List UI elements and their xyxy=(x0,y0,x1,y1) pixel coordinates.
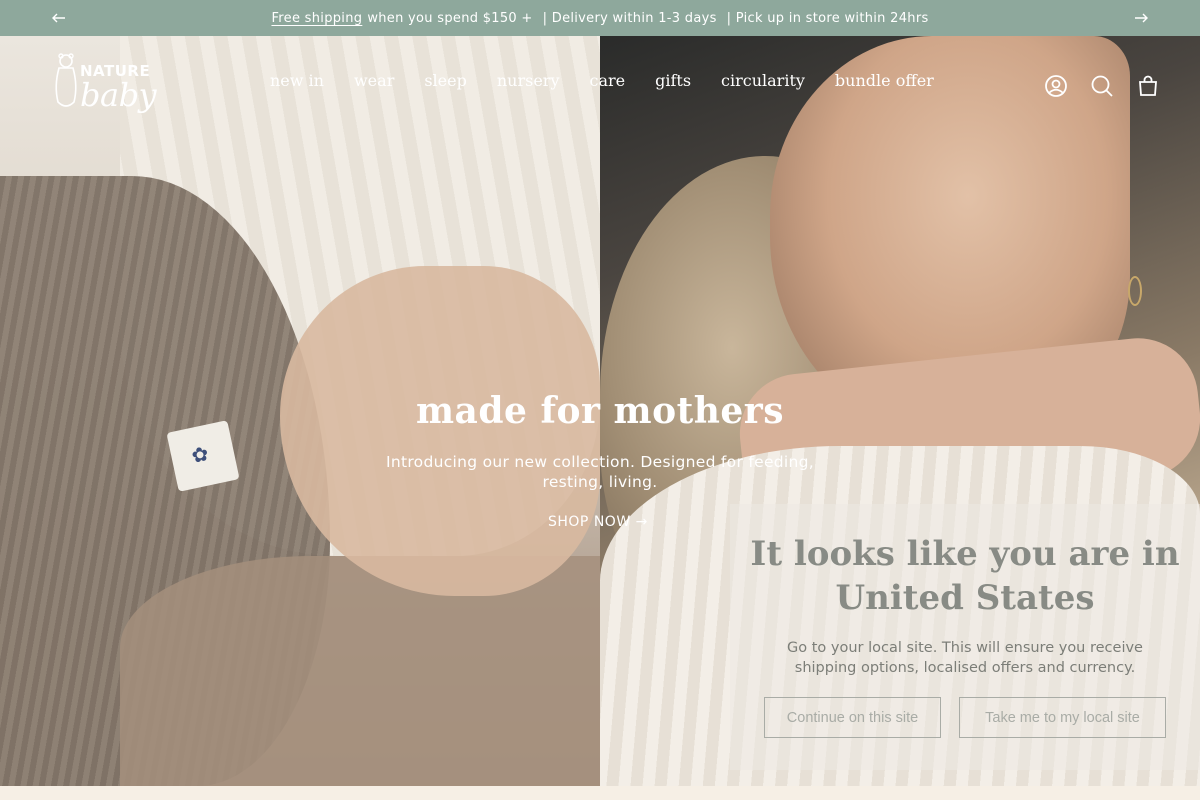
nav-item-new-in[interactable]: new in xyxy=(255,71,339,90)
free-shipping-link[interactable]: Free shipping xyxy=(271,11,362,26)
announcement-next-button[interactable] xyxy=(1123,0,1159,36)
cart-icon[interactable] xyxy=(1136,74,1160,98)
page-bottom-strip xyxy=(0,786,1200,800)
nav-item-bundle-offer[interactable]: bundle offer xyxy=(820,71,949,90)
bear-logo-icon xyxy=(55,53,77,107)
nav-item-wear[interactable]: wear xyxy=(339,71,409,90)
nav-item-gifts[interactable]: gifts xyxy=(640,71,706,90)
hero-title: made for mothers xyxy=(415,390,785,432)
hero-blanket-shape xyxy=(120,556,600,786)
announcement-prev-button[interactable] xyxy=(41,0,77,36)
locale-popup-text: Go to your local site. This will ensure … xyxy=(787,640,1143,676)
logo-text-baby: baby xyxy=(80,76,157,114)
nav-item-circularity[interactable]: circularity xyxy=(706,71,820,90)
locale-popup-title: It looks like you are in United States xyxy=(750,534,1180,618)
announcement-text-shipping: when you spend $150 + xyxy=(367,10,533,26)
locale-popup: It looks like you are in United States G… xyxy=(730,504,1200,770)
earring-icon xyxy=(1128,276,1142,306)
header-icons xyxy=(1044,74,1160,98)
shop-now-link[interactable]: SHOP NOW → xyxy=(548,514,648,530)
arrow-right-icon xyxy=(1135,13,1148,23)
search-icon[interactable] xyxy=(1090,74,1114,98)
continue-on-site-button[interactable]: Continue on this site xyxy=(764,697,941,738)
account-icon[interactable] xyxy=(1044,74,1068,98)
announcement-text-delivery: | Delivery within 1-3 days xyxy=(542,10,717,26)
nature-baby-logo[interactable]: NATURE baby xyxy=(50,52,162,118)
nav-item-nursery[interactable]: nursery xyxy=(482,71,575,90)
arrow-left-icon xyxy=(52,13,65,23)
announcement-text-pickup: | Pick up in store within 24hrs xyxy=(726,10,929,26)
hero-subtitle: Introducing our new collection. Designed… xyxy=(385,453,815,491)
nav-item-sleep[interactable]: sleep xyxy=(409,71,482,90)
site-header: NATURE baby new in wear sleep nursery ca… xyxy=(0,36,1200,132)
go-to-local-site-button[interactable]: Take me to my local site xyxy=(959,697,1166,738)
nav-item-care[interactable]: care xyxy=(574,71,640,90)
main-nav: new in wear sleep nursery care gifts cir… xyxy=(255,71,949,90)
announcement-bar: Free shipping when you spend $150 + | De… xyxy=(0,0,1200,36)
